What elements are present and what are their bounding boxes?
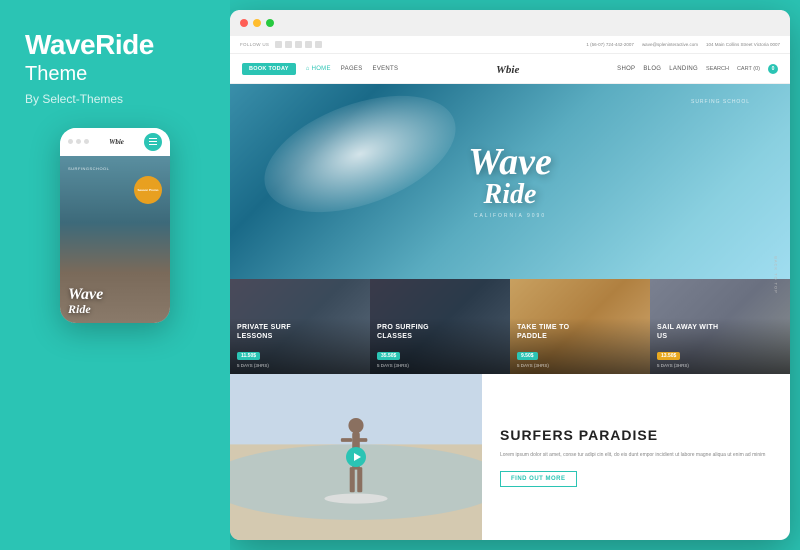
social-icon-1[interactable]: [275, 41, 282, 48]
course-card-4[interactable]: SAIL AWAY WITHUS 13.50$ 5 DAYS (3HRS): [650, 279, 790, 374]
mobile-wave-logo: Wave Ride: [68, 287, 103, 315]
browser-window: FOLLOW US 1 (56-07) 724-442-2007 wave@sp…: [230, 10, 790, 540]
nav-item-pages[interactable]: PAGES: [341, 66, 363, 72]
brand-name: WaveRide: [25, 30, 154, 61]
course-card-1[interactable]: PRIVATE SURFLESSONS 11.50$ 5 DAYS (3HRS): [230, 279, 370, 374]
site-logo: Wbie: [496, 61, 519, 77]
follow-label: FOLLOW US: [240, 42, 269, 47]
topbar-right: 1 (56-07) 724-442-2007 wave@spleninterac…: [586, 42, 780, 47]
cart-count: 0: [772, 66, 775, 72]
topbar-address: 104 Main Collins Street Victoria 0007: [706, 42, 780, 47]
social-icon-3[interactable]: [295, 41, 302, 48]
topbar-email: wave@spleninteractive.com: [642, 42, 698, 47]
surfers-paradise-text: Lorem ipsum dolor sit amet, conse tur ad…: [500, 451, 772, 459]
nav-left: BOOK TODAY ⌂ HOME PAGES EVENTS: [242, 63, 398, 75]
course-2-days: 5 DAYS (3HRS): [377, 363, 503, 368]
site-nav: BOOK TODAY ⌂ HOME PAGES EVENTS Wbie SHOP…: [230, 54, 790, 84]
nav-item-events[interactable]: EVENTS: [373, 66, 399, 72]
course-3-price: 9.50$: [517, 352, 538, 360]
mobile-hero-overlay: Wave Ride: [60, 156, 170, 323]
hero-logo-overlay: Wave Ride California 9090: [468, 144, 552, 218]
mobile-menu-icon[interactable]: [144, 133, 162, 151]
site-bottom: SURFERS PARADISE Lorem ipsum dolor sit a…: [230, 374, 790, 540]
course-card-3-overlay: TAKE TIME TOPADDLE 9.50$ 5 DAYS (3HRS): [510, 318, 650, 374]
course-card-2[interactable]: PRO SURFINGCLASSES 35.50$ 5 DAYS (3HRS): [370, 279, 510, 374]
chrome-dot-yellow[interactable]: [253, 19, 261, 27]
social-icon-5[interactable]: [315, 41, 322, 48]
search-link[interactable]: SEARCH: [706, 66, 729, 72]
bottom-left: [230, 374, 482, 540]
brand-theme: Theme: [25, 63, 87, 86]
course-4-days: 5 DAYS (3HRS): [657, 363, 783, 368]
find-out-button[interactable]: FIND OUT MORE: [500, 471, 577, 487]
social-icon-4[interactable]: [305, 41, 312, 48]
course-card-4-overlay: SAIL AWAY WITHUS 13.50$ 5 DAYS (3HRS): [650, 318, 790, 374]
course-4-title: SAIL AWAY WITHUS: [657, 324, 783, 341]
course-2-title: PRO SURFINGCLASSES: [377, 324, 503, 341]
mobile-dot-1: [68, 139, 73, 144]
mobile-dot-3: [84, 139, 89, 144]
play-button[interactable]: [346, 447, 366, 467]
site-hero: SURFING SCHOOL Wave Ride California 9090: [230, 84, 790, 279]
course-2-price: 35.50$: [377, 352, 400, 360]
hero-surfing-school: SURFING SCHOOL: [691, 99, 750, 105]
social-icons: [275, 41, 322, 48]
mobile-ride-text: Ride: [68, 303, 103, 315]
chrome-dot-green[interactable]: [266, 19, 274, 27]
hero-wave-text: Wave: [468, 144, 552, 178]
nav-item-shop[interactable]: SHOP: [617, 66, 635, 72]
mobile-top-bar: Wbie: [60, 128, 170, 156]
cart-badge: 0: [768, 64, 778, 74]
mobile-mockup: Wbie Surfingschool Season Promo Wave Rid…: [60, 128, 170, 323]
left-panel: WaveRide Theme By Select-Themes Wbie Sur…: [0, 0, 230, 550]
browser-chrome: [230, 10, 790, 36]
mobile-dot-2: [76, 139, 81, 144]
site-topbar: FOLLOW US 1 (56-07) 724-442-2007 wave@sp…: [230, 36, 790, 54]
course-1-title: PRIVATE SURFLESSONS: [237, 324, 363, 341]
course-cards-row: PRIVATE SURFLESSONS 11.50$ 5 DAYS (3HRS)…: [230, 279, 790, 374]
nav-item-home[interactable]: ⌂ HOME: [306, 66, 331, 72]
bottom-right: SURFERS PARADISE Lorem ipsum dolor sit a…: [482, 374, 790, 540]
brand-by: By Select-Themes: [25, 92, 123, 106]
play-icon: [354, 453, 361, 461]
mobile-dots: [68, 139, 89, 144]
course-card-3[interactable]: TAKE TIME TOPADDLE 9.50$ 5 DAYS (3HRS): [510, 279, 650, 374]
nav-item-blog[interactable]: BLOG: [643, 66, 661, 72]
course-1-price: 11.50$: [237, 352, 260, 360]
course-card-1-overlay: PRIVATE SURFLESSONS 11.50$ 5 DAYS (3HRS): [230, 318, 370, 374]
chrome-dot-red[interactable]: [240, 19, 248, 27]
book-today-button[interactable]: BOOK TODAY: [242, 63, 296, 75]
course-card-2-overlay: PRO SURFINGCLASSES 35.50$ 5 DAYS (3HRS): [370, 318, 510, 374]
hamburger-line-2: [149, 141, 157, 142]
surfers-paradise-title: SURFERS PARADISE: [500, 427, 772, 443]
course-3-title: TAKE TIME TOPADDLE: [517, 324, 643, 341]
course-1-days: 5 DAYS (3HRS): [237, 363, 363, 368]
social-icon-2[interactable]: [285, 41, 292, 48]
hero-california: California 9090: [468, 213, 552, 219]
hamburger-line-3: [149, 144, 157, 145]
hamburger-line-1: [149, 138, 157, 139]
course-4-price: 13.50$: [657, 352, 680, 360]
cart-link[interactable]: CART (0): [737, 66, 760, 72]
mobile-hero-image: Surfingschool Season Promo Wave Ride: [60, 156, 170, 323]
hero-ride-text: Ride: [468, 179, 552, 211]
mobile-logo: Wbie: [109, 138, 124, 146]
nav-menu: ⌂ HOME PAGES EVENTS: [306, 66, 399, 72]
topbar-phone: 1 (56-07) 724-442-2007: [586, 42, 634, 47]
mobile-wave-text: Wave: [68, 287, 103, 303]
course-3-days: 5 DAYS (3HRS): [517, 363, 643, 368]
topbar-left: FOLLOW US: [240, 41, 322, 48]
nav-item-landing[interactable]: LANDING: [669, 66, 698, 72]
nav-right: SHOP BLOG LANDING SEARCH CART (0) 0: [617, 64, 778, 74]
site-content: FOLLOW US 1 (56-07) 724-442-2007 wave@sp…: [230, 36, 790, 540]
